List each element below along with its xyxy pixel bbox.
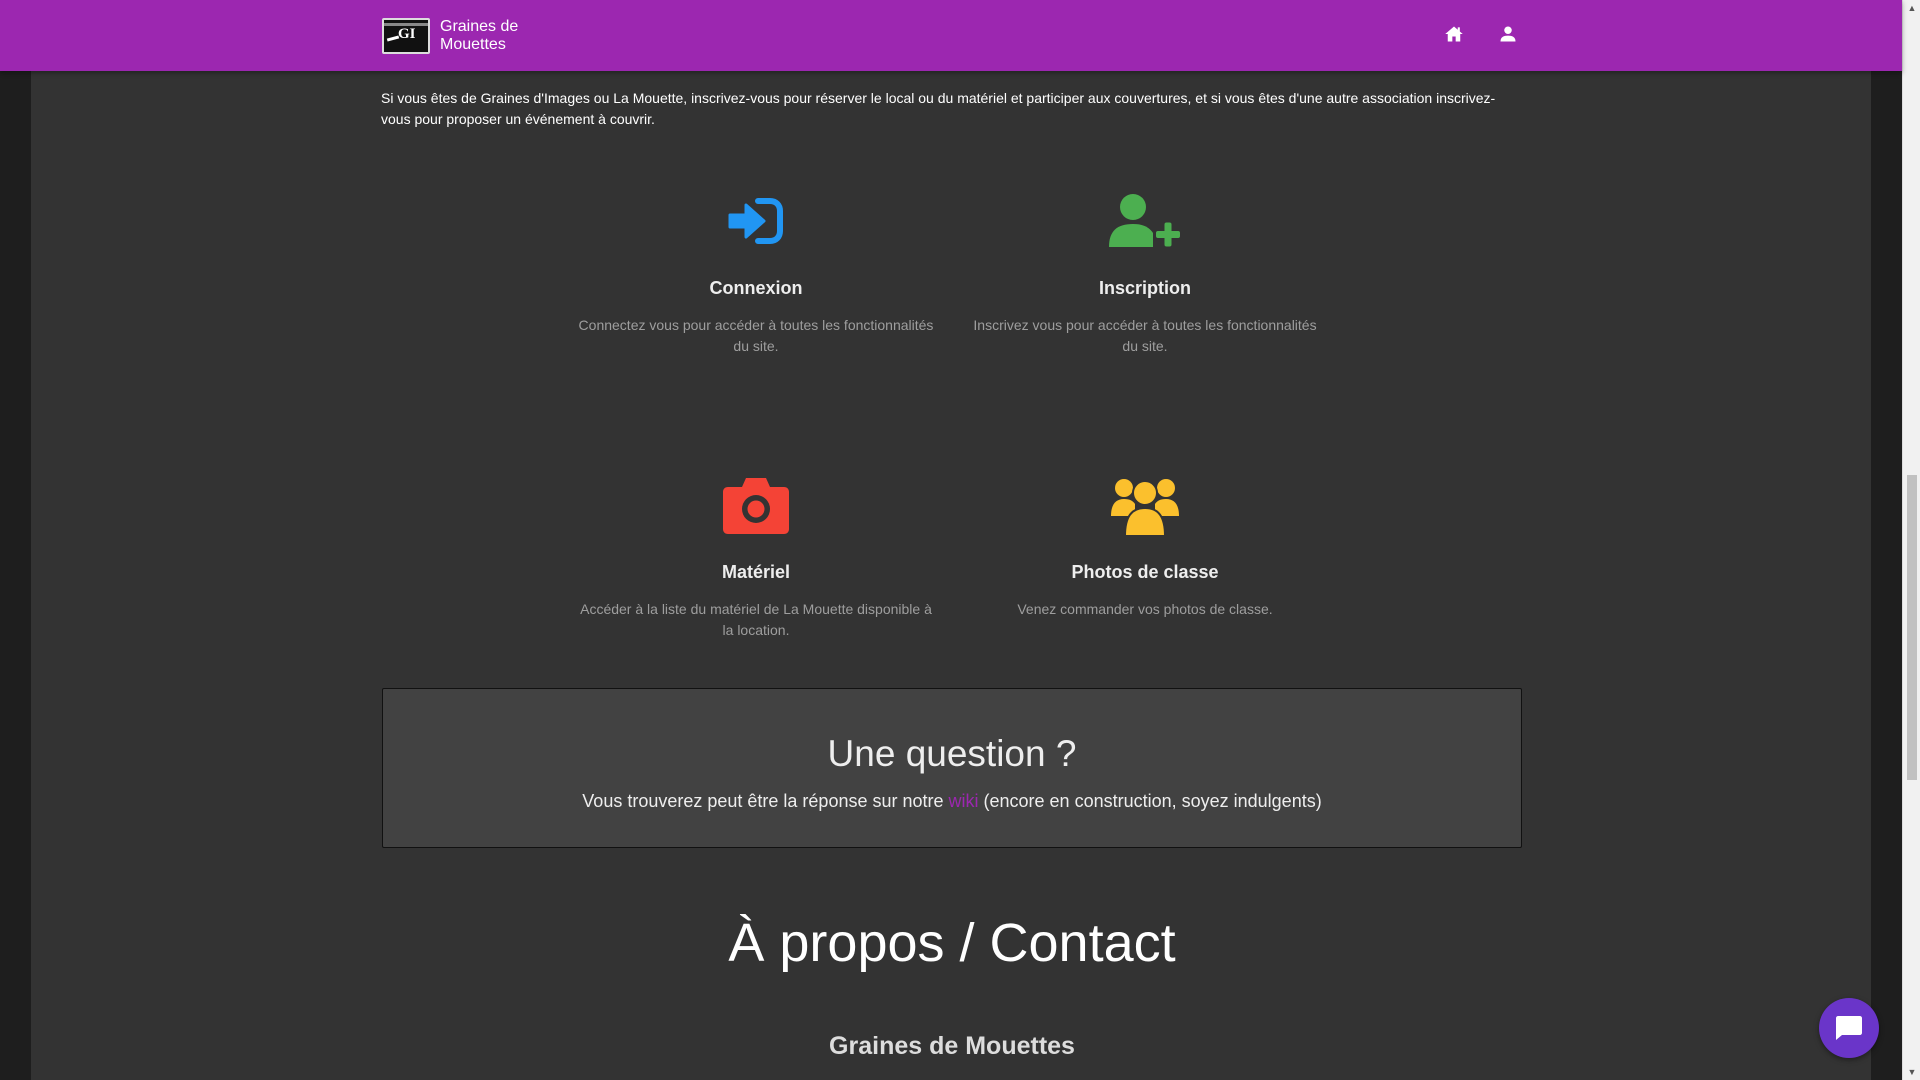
brand-link[interactable]: GI Graines de Mouettes [382,16,530,56]
feature-icon-wrap [960,188,1330,254]
about-subtitle: Graines de Mouettes [829,1032,1075,1060]
feature-icon-wrap [571,472,941,538]
page: GI Graines de Mouettes Si vous êtes de G… [0,0,1902,1080]
user-plus-icon [1109,194,1180,247]
scroll-up-arrow[interactable]: ▲ [1903,0,1920,16]
question-text-before: Vous trouverez peut être la réponse sur … [582,791,949,811]
chat-button[interactable] [1819,998,1879,1058]
feature-icon-wrap [960,472,1330,538]
scrollbar[interactable]: ▲ ▼ [1902,0,1920,1080]
feature-connexion[interactable]: Connexion Connectez vous pour accéder à … [571,188,941,357]
wiki-link[interactable]: wiki [949,791,979,811]
feature-materiel[interactable]: Matériel Accéder à la liste du matériel … [571,472,941,641]
feature-description: Connectez vous pour accéder à toutes les… [578,317,934,354]
feature-photos-de-classe[interactable]: Photos de classe Venez commander vos pho… [960,472,1330,620]
question-box: Une question ? Vous trouverez peut être … [382,688,1522,848]
question-text-after: (encore en construction, soyez indulgent… [978,791,1322,811]
user-icon[interactable] [1498,24,1518,44]
question-title: Une question ? [827,733,1077,774]
logo-text: GI [398,26,416,42]
brand-logo: GI [382,18,430,54]
feature-title: Inscription [1098,278,1191,298]
feature-icon-wrap [571,188,941,254]
feature-description: Accéder à la liste du matériel de La Mou… [580,601,932,638]
feature-title: Matériel [721,562,791,582]
home-icon[interactable] [1444,24,1464,44]
about-title: À propos / Contact [728,913,1176,973]
scroll-down-arrow[interactable]: ▼ [1903,1064,1920,1080]
feature-description: Venez commander vos photos de classe. [1017,601,1273,617]
scrollbar-thumb[interactable] [1907,475,1917,780]
brand-name: Graines de Mouettes [440,18,519,53]
question-text: Vous trouverez peut être la réponse sur … [383,791,1521,812]
sign-in-icon [728,198,783,244]
chat-icon [1836,1016,1862,1040]
nav-icons [1444,24,1518,44]
camera-icon [723,478,789,534]
intro-text: Si vous êtes de Graines d'Images ou La M… [381,90,1496,127]
feature-description: Inscrivez vous pour accéder à toutes les… [973,317,1317,354]
navbar: GI Graines de Mouettes [0,0,1902,71]
feature-title: Photos de classe [1071,562,1219,582]
feature-title: Connexion [709,278,803,298]
users-icon [1111,479,1179,537]
feature-inscription[interactable]: Inscription Inscrivez vous pour accéder … [960,188,1330,357]
